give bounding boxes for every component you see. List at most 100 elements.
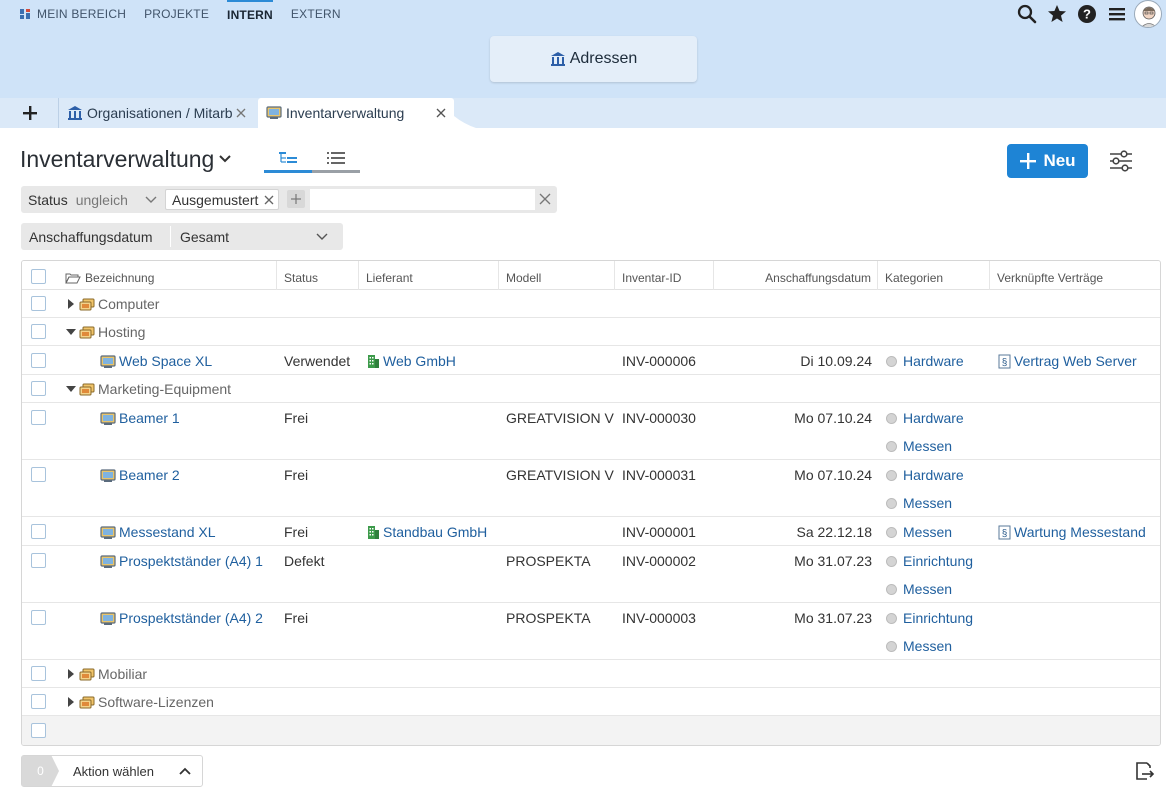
row-checkbox[interactable]: [31, 324, 46, 339]
nav-mein-bereich[interactable]: MEIN BEREICH: [20, 0, 126, 28]
row-checkbox[interactable]: [31, 381, 46, 396]
category-tag[interactable]: Einrichtung: [886, 610, 973, 626]
category-tag[interactable]: Messen: [886, 638, 952, 654]
row-checkbox[interactable]: [31, 666, 46, 681]
menu-icon[interactable]: [1102, 0, 1132, 28]
table-row[interactable]: Messestand XL Frei Standbau GmbH INV-000001…: [22, 517, 1160, 546]
row-checkbox[interactable]: [31, 467, 46, 482]
export-icon[interactable]: [1133, 760, 1155, 782]
category-dot: [886, 441, 897, 452]
column-header-kategorien[interactable]: Kategorien: [878, 261, 990, 290]
select-all-checkbox[interactable]: [31, 269, 46, 284]
table-row[interactable]: Prospektständer (A4) 2 Frei PROSPEKTA INV-0…: [22, 603, 1160, 660]
column-header-bezeichnung[interactable]: Bezeichnung: [58, 261, 277, 290]
tab-inventarverwaltung[interactable]: Inventarverwaltung: [258, 98, 454, 128]
status-cell: Frei: [284, 524, 309, 540]
table-row[interactable]: Beamer 2 Frei GREATVISION V INV-000031 Mo 07…: [22, 460, 1160, 517]
item-name-cell[interactable]: Prospektständer (A4) 2: [100, 610, 263, 626]
item-name-cell[interactable]: Messestand XL: [100, 524, 216, 540]
category-dot: [886, 641, 897, 652]
group-row[interactable]: Mobiliar: [22, 660, 1160, 688]
expand-icon[interactable]: [66, 299, 76, 309]
column-header-inventar-id[interactable]: Inventar-ID: [615, 261, 714, 290]
contract-link[interactable]: § Wartung Messestand: [998, 524, 1146, 540]
list-view-button[interactable]: [312, 146, 360, 173]
table-row[interactable]: Beamer 1 Frei GREATVISION V INV-000030 Mo 07…: [22, 403, 1160, 460]
nav-projekte[interactable]: PROJEKTE: [144, 0, 209, 28]
add-tab-button[interactable]: [18, 102, 42, 124]
group-cell[interactable]: Hosting: [66, 324, 145, 340]
category-tag[interactable]: Hardware: [886, 467, 964, 483]
add-filter-value-button[interactable]: [287, 190, 305, 208]
item-name-cell[interactable]: Web Space XL: [100, 353, 212, 369]
group-row[interactable]: Marketing-Equipment: [22, 375, 1160, 403]
help-icon[interactable]: ?: [1072, 0, 1102, 28]
column-header-vertraege[interactable]: Verknüpfte Verträge: [990, 261, 1160, 290]
category-tag[interactable]: Messen: [886, 438, 952, 454]
nav-intern[interactable]: INTERN: [227, 0, 273, 28]
new-button[interactable]: Neu: [1007, 144, 1088, 178]
category-tag[interactable]: Einrichtung: [886, 553, 973, 569]
row-checkbox[interactable]: [31, 353, 46, 368]
column-header-lieferant[interactable]: Lieferant: [359, 261, 499, 290]
clear-filter-icon[interactable]: [539, 193, 551, 205]
item-name-cell[interactable]: Prospektständer (A4) 1: [100, 553, 263, 569]
expand-icon[interactable]: [66, 669, 76, 679]
row-checkbox[interactable]: [31, 553, 46, 568]
row-checkbox[interactable]: [31, 410, 46, 425]
collapse-icon[interactable]: [66, 327, 76, 337]
table-row[interactable]: Web Space XL Verwendet Web GmbH INV-000006 D…: [22, 346, 1160, 375]
group-row[interactable]: Hosting: [22, 318, 1160, 346]
avatar[interactable]: [1134, 0, 1162, 28]
row-checkbox[interactable]: [31, 723, 46, 738]
tree-view-icon: [279, 152, 297, 163]
page-title[interactable]: Inventarverwaltung: [20, 144, 232, 174]
item-name-cell[interactable]: Beamer 2: [100, 467, 180, 483]
tab-bar: Organisationen / Mitarbeiter Inventarver…: [0, 98, 1166, 128]
star-icon[interactable]: [1042, 0, 1072, 28]
group-row[interactable]: Software-Lizenzen: [22, 688, 1160, 716]
group-cell[interactable]: Marketing-Equipment: [66, 381, 231, 397]
row-checkbox[interactable]: [31, 694, 46, 709]
svg-text:§: §: [1002, 529, 1008, 540]
bulk-action-select[interactable]: 0 Aktion wählen: [21, 755, 203, 787]
category-tag[interactable]: Messen: [886, 524, 952, 540]
category-tag[interactable]: Hardware: [886, 410, 964, 426]
column-header-anschaffungsdatum[interactable]: Anschaffungsdatum: [714, 261, 878, 290]
table-row[interactable]: Prospektständer (A4) 1 Defekt PROSPEKTA INV…: [22, 546, 1160, 603]
contract-link[interactable]: § Vertrag Web Server: [998, 353, 1137, 369]
category-tag[interactable]: Hardware: [886, 353, 964, 369]
row-checkbox[interactable]: [31, 296, 46, 311]
supplier-link[interactable]: Web GmbH: [366, 353, 456, 369]
group-row[interactable]: Computer: [22, 290, 1160, 318]
supplier-link[interactable]: Standbau GmbH: [366, 524, 487, 540]
row-checkbox[interactable]: [31, 524, 46, 539]
category-tag[interactable]: Messen: [886, 495, 952, 511]
row-checkbox[interactable]: [31, 610, 46, 625]
expand-icon[interactable]: [66, 697, 76, 707]
filter-operator[interactable]: ungleich: [76, 192, 128, 208]
chevron-down-icon[interactable]: [145, 195, 157, 205]
group-cell[interactable]: Mobiliar: [66, 666, 147, 682]
close-icon[interactable]: [434, 106, 448, 120]
category-dot: [886, 584, 897, 595]
group-cell[interactable]: Software-Lizenzen: [66, 694, 214, 710]
nav-extern[interactable]: EXTERN: [291, 0, 341, 28]
tree-view-button[interactable]: [264, 146, 312, 173]
search-icon[interactable]: [1012, 0, 1042, 28]
page-tab-adressen[interactable]: Adressen: [490, 36, 697, 82]
category-tag[interactable]: Messen: [886, 581, 952, 597]
date-range-select[interactable]: Gesamt: [170, 226, 340, 247]
group-cell[interactable]: Computer: [66, 296, 159, 312]
inventory-id-cell: INV-000001: [622, 524, 696, 540]
column-header-status[interactable]: Status: [277, 261, 359, 290]
settings-sliders-icon[interactable]: [1108, 148, 1134, 174]
inventory-grid: Bezeichnung Status Lieferant Modell Inve…: [21, 260, 1161, 746]
collapse-icon[interactable]: [66, 384, 76, 394]
close-icon[interactable]: [234, 106, 248, 120]
tab-organisationen[interactable]: Organisationen / Mitarbeiter: [58, 98, 254, 128]
close-icon[interactable]: [264, 195, 274, 205]
filter-value-input[interactable]: [310, 189, 535, 210]
column-header-modell[interactable]: Modell: [499, 261, 615, 290]
item-name-cell[interactable]: Beamer 1: [100, 410, 180, 426]
